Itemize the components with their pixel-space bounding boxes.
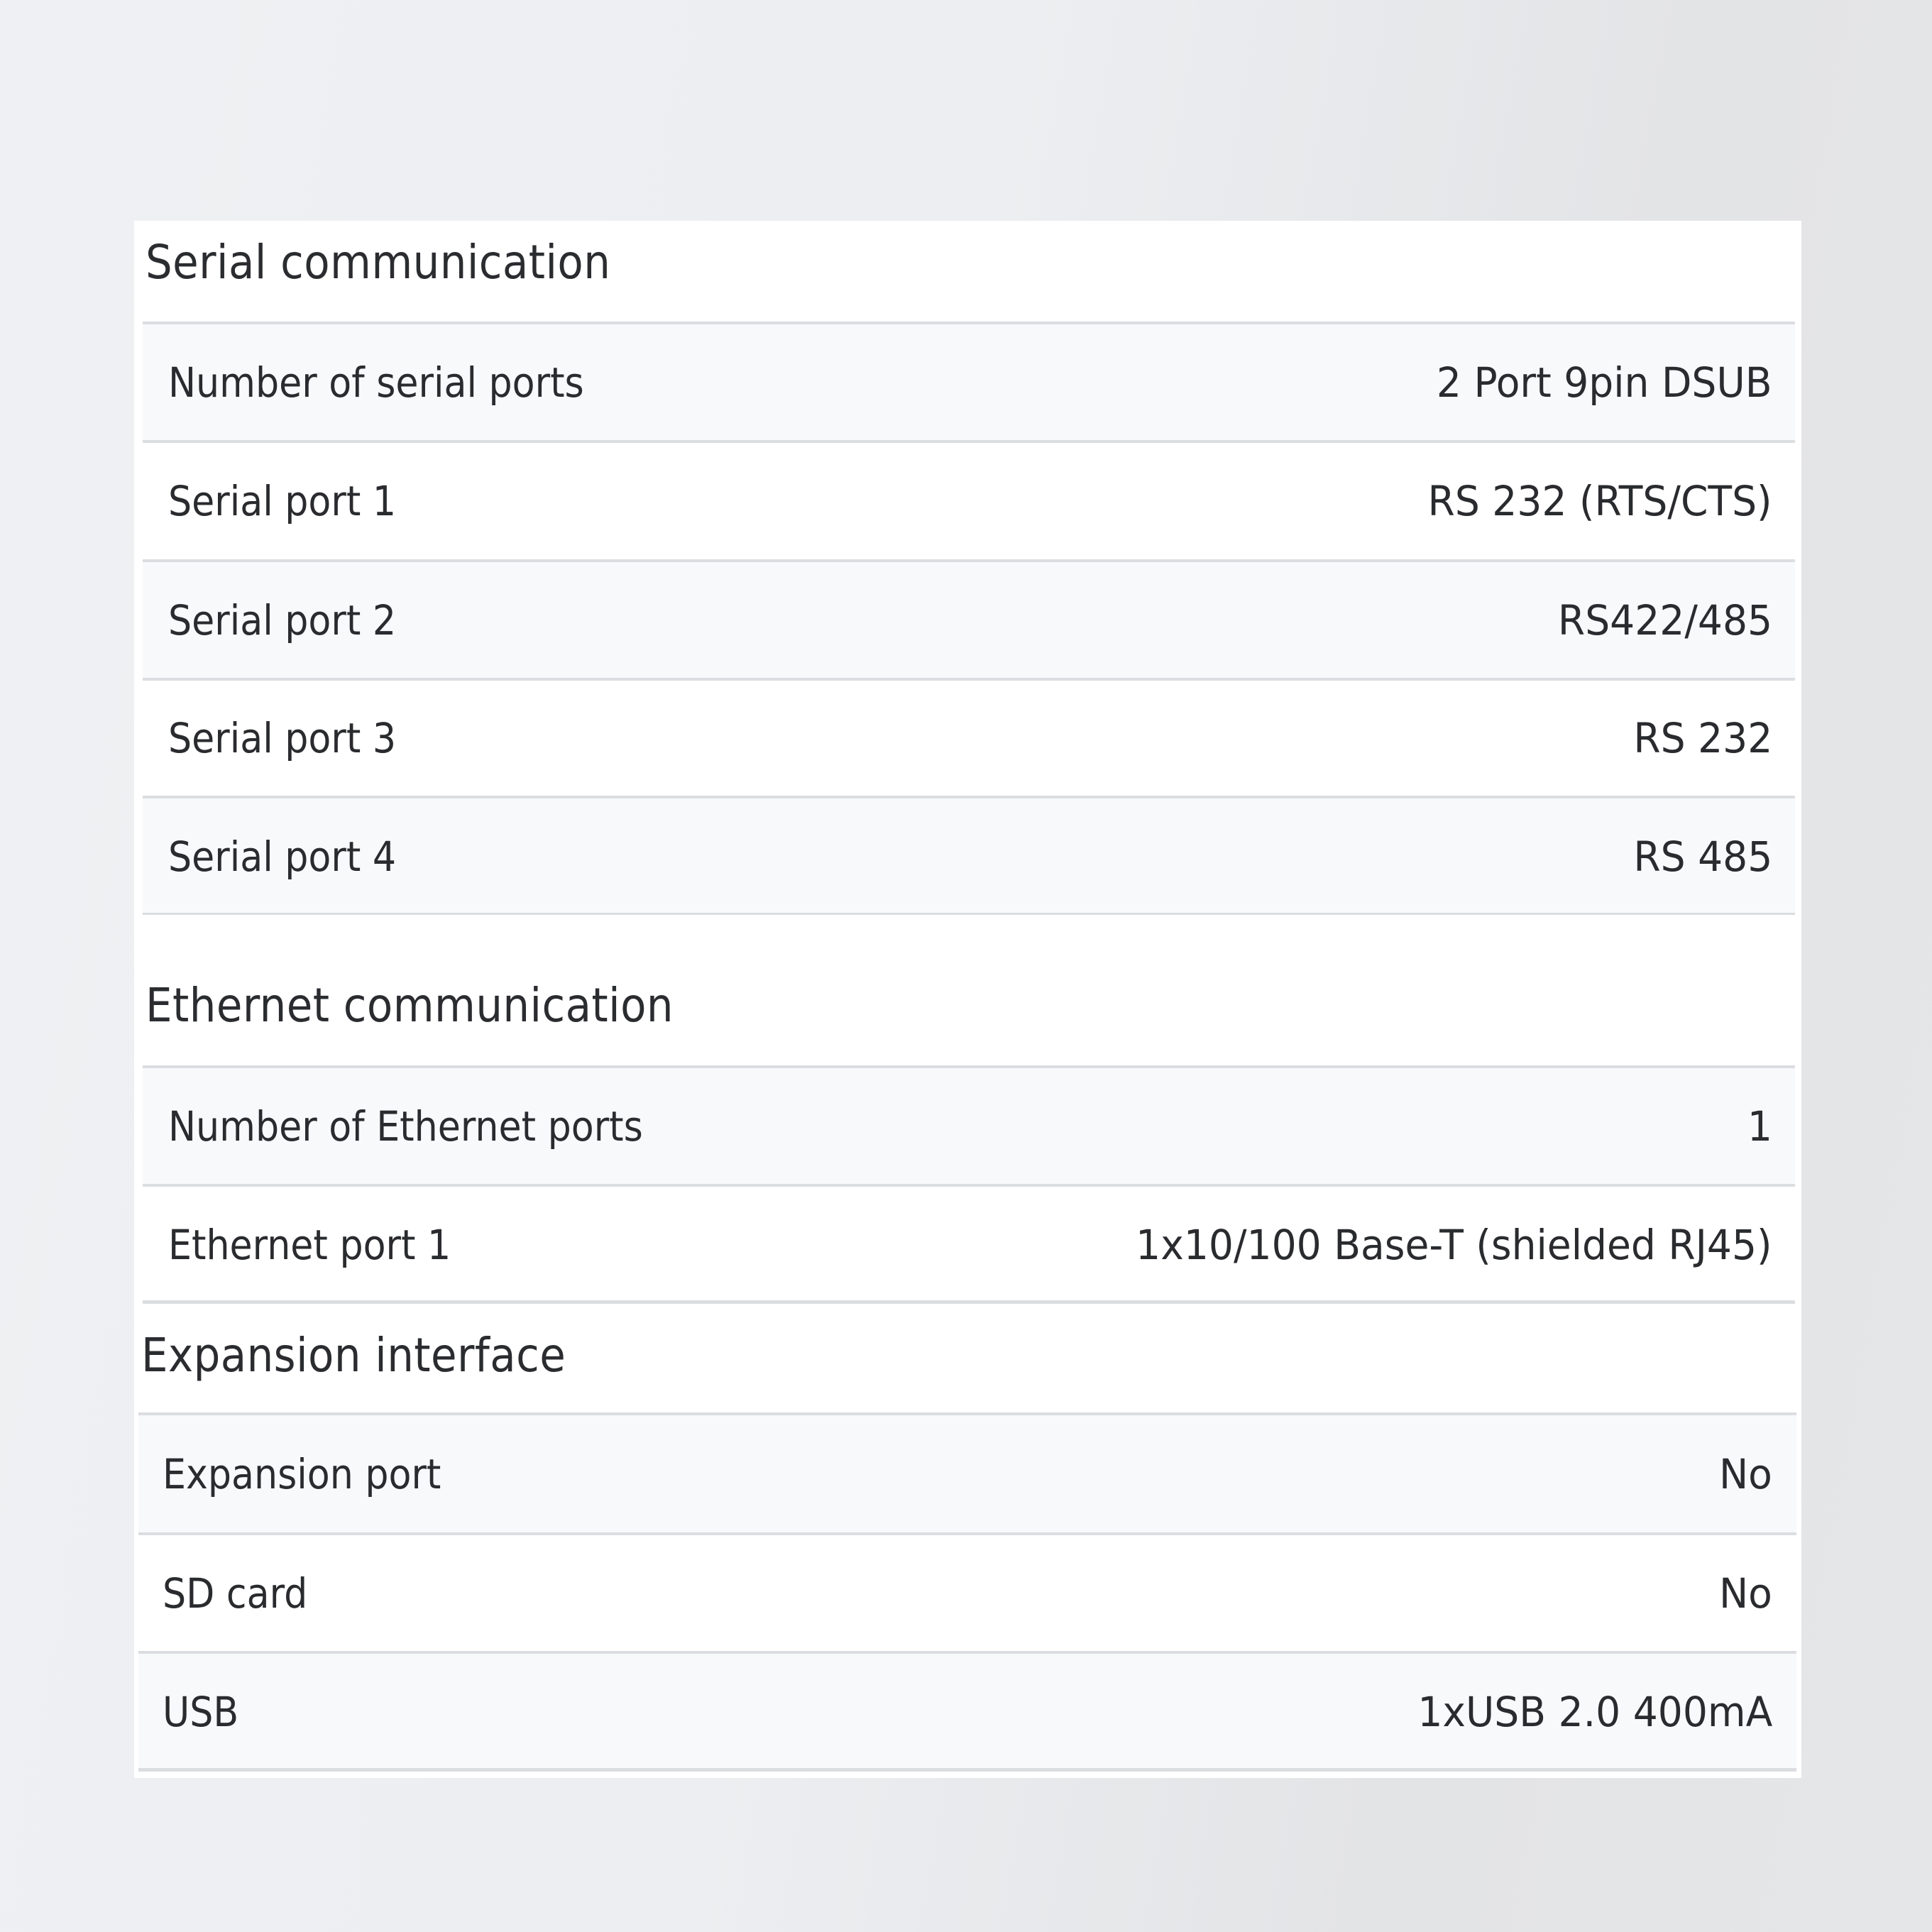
spec-label: Serial port 3 <box>168 714 397 762</box>
spec-label: Serial port 2 <box>168 595 397 644</box>
spec-row-expansion-port: Expansion port No <box>138 1412 1796 1532</box>
spec-label: Ethernet port 1 <box>168 1220 451 1269</box>
spec-value: 1 <box>1747 1102 1772 1151</box>
section-title-ethernet: Ethernet communication <box>146 978 674 1033</box>
spec-row-serial-port-3: Serial port 3 RS 232 <box>143 678 1795 796</box>
spec-value: 1x10/100 Base-T (shielded RJ45) <box>1136 1220 1772 1269</box>
spec-label: SD card <box>163 1569 308 1618</box>
spec-row-serial-port-4: Serial port 4 RS 485 <box>143 796 1795 914</box>
spec-row-serial-port-2: Serial port 2 RS422/485 <box>143 559 1795 678</box>
spec-value: RS 485 <box>1633 832 1772 881</box>
spec-row-number-of-serial-ports: Number of serial ports 2 Port 9pin DSUB <box>143 322 1795 440</box>
spec-value: RS 232 <box>1633 714 1772 762</box>
spec-value: No <box>1719 1449 1772 1498</box>
spec-label: USB <box>163 1687 239 1736</box>
spec-row-sd-card: SD card No <box>138 1532 1796 1651</box>
divider <box>143 1300 1795 1304</box>
spec-row-usb: USB 1xUSB 2.0 400mA <box>138 1651 1796 1769</box>
spec-value: RS 232 (RTS/CTS) <box>1427 477 1772 525</box>
spec-label: Serial port 4 <box>168 832 397 881</box>
divider <box>143 913 1795 915</box>
spec-value: RS422/485 <box>1557 595 1772 644</box>
spec-row-serial-port-1: Serial port 1 RS 232 (RTS/CTS) <box>143 440 1795 559</box>
spec-label: Number of Ethernet ports <box>168 1102 643 1151</box>
section-title-expansion: Expansion interface <box>141 1328 566 1383</box>
spec-label: Number of serial ports <box>168 358 584 407</box>
spec-value: No <box>1719 1569 1772 1618</box>
spec-row-number-of-ethernet-ports: Number of Ethernet ports 1 <box>143 1065 1795 1184</box>
divider <box>138 1768 1796 1772</box>
spec-table-panel: Serial communication Number of serial po… <box>134 221 1801 1778</box>
spec-row-ethernet-port-1: Ethernet port 1 1x10/100 Base-T (shielde… <box>143 1184 1795 1302</box>
section-title-serial: Serial communication <box>146 235 611 290</box>
spec-label: Serial port 1 <box>168 477 397 525</box>
spec-value: 1xUSB 2.0 400mA <box>1417 1687 1772 1736</box>
spec-value: 2 Port 9pin DSUB <box>1437 358 1772 407</box>
spec-label: Expansion port <box>163 1449 441 1498</box>
